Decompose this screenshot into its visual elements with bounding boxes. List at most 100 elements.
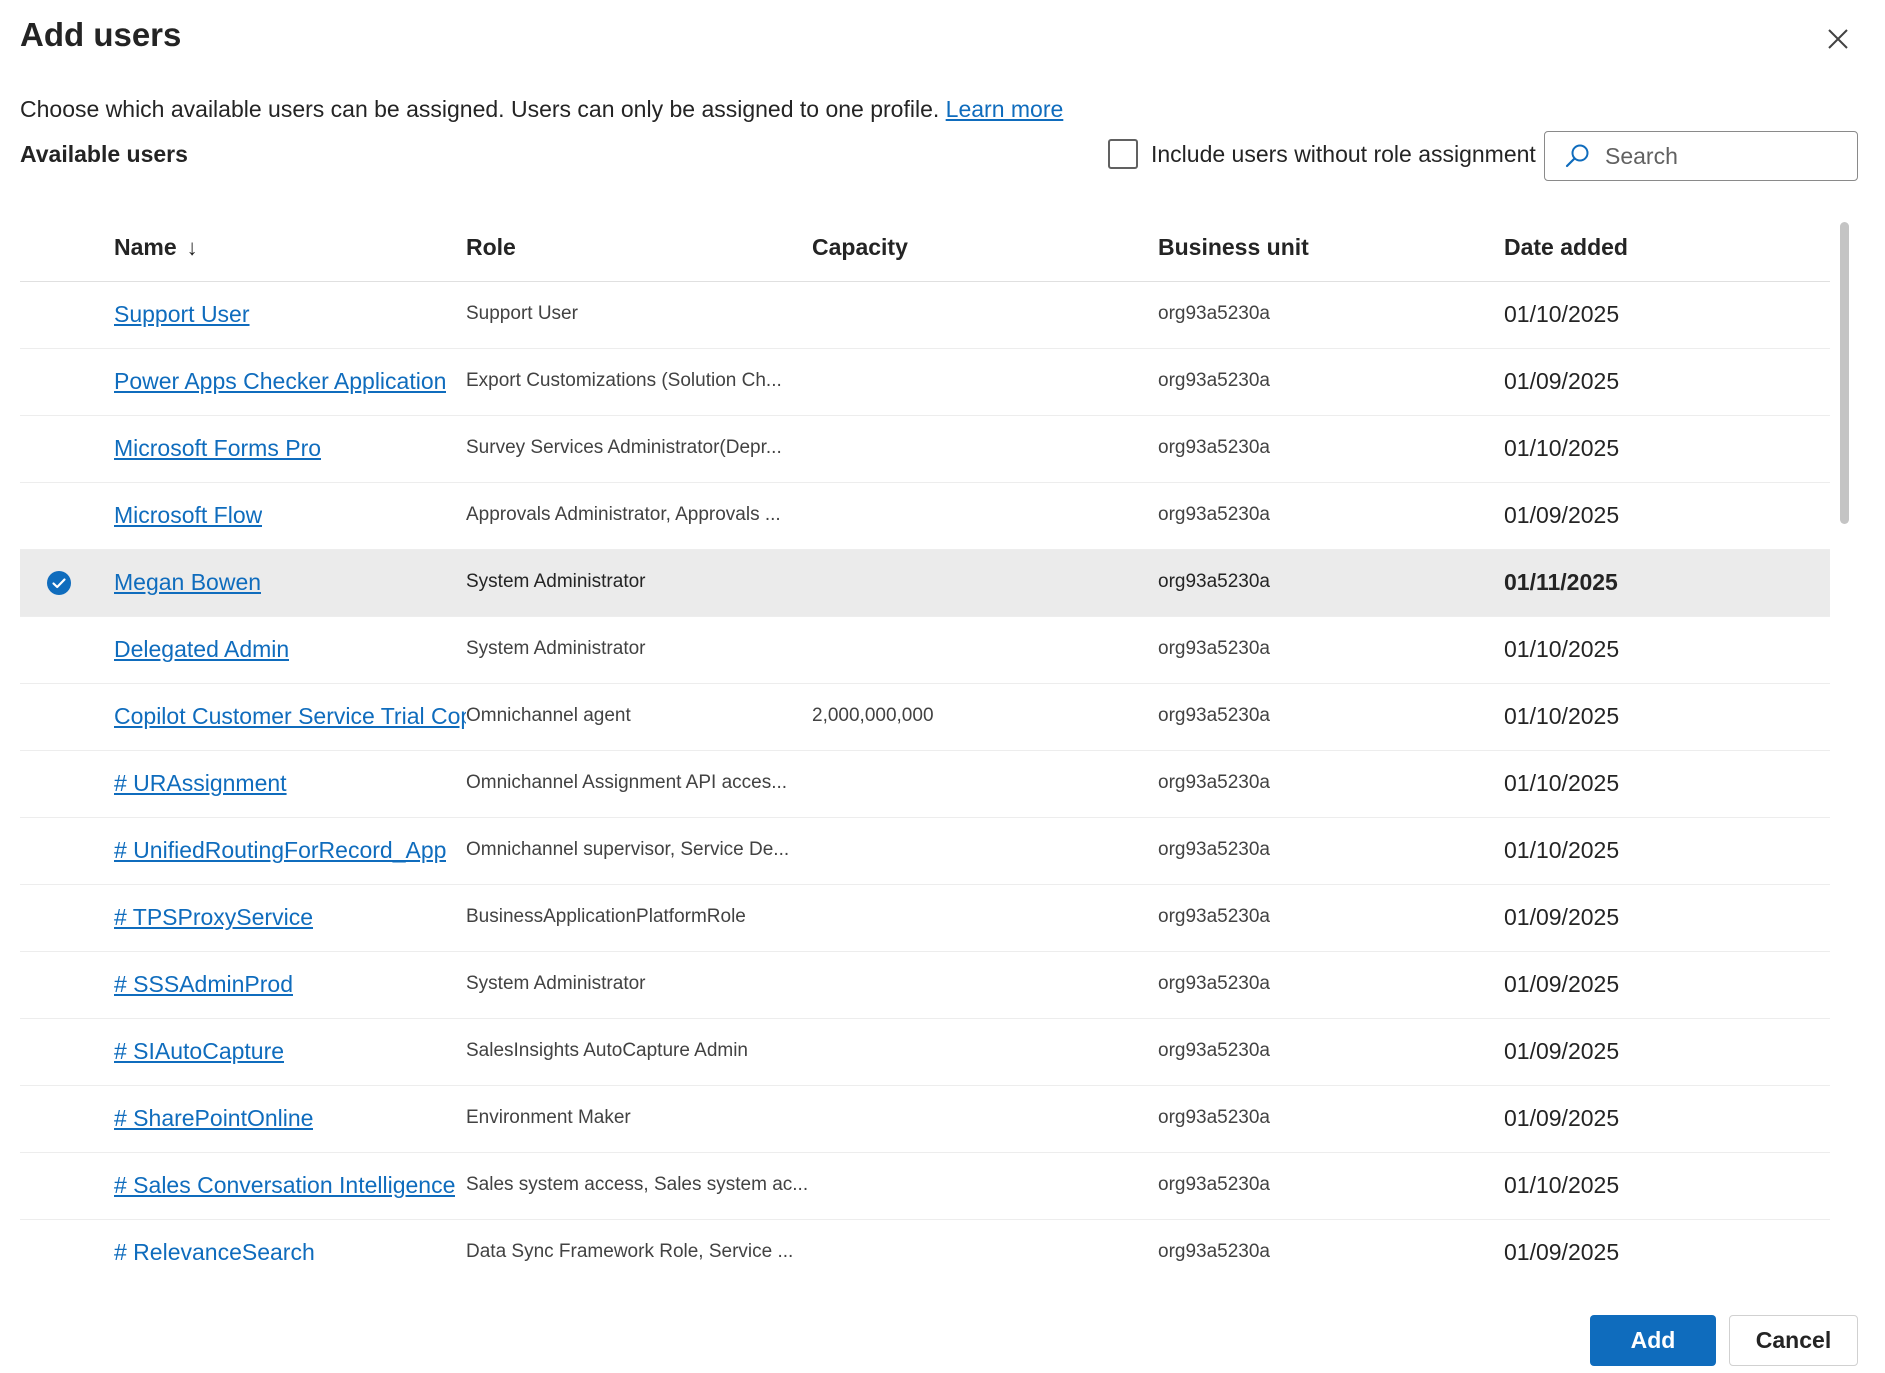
user-name-link[interactable]: Power Apps Checker Application [114,368,446,395]
column-header-date-added[interactable]: Date added [1504,234,1628,261]
user-role: Survey Services Administrator(Depr... [466,437,782,458]
user-name-link[interactable]: Copilot Customer Service Trial Cop [114,703,466,730]
search-icon [1565,144,1589,168]
users-table: Name ↓ Role Capacity Business unit Date a… [20,220,1830,1262]
column-name-label: Name [114,234,177,260]
user-role: Approvals Administrator, Approvals ... [466,504,781,525]
user-date-added: 01/09/2025 [1504,502,1620,528]
user-date-added: 01/11/2025 [1504,569,1618,595]
user-name-link[interactable]: # SharePointOnline [114,1105,313,1132]
sort-descending-icon: ↓ [186,235,198,260]
table-scrollbar[interactable] [1840,222,1849,524]
user-date-added: 01/10/2025 [1504,636,1620,662]
user-role: Support User [466,303,578,324]
close-icon [1828,29,1848,49]
user-name-link[interactable]: Microsoft Flow [114,502,262,529]
user-role: Omnichannel supervisor, Service De... [466,839,790,860]
table-row[interactable]: Microsoft Forms Pro Survey Services Admin… [20,416,1830,483]
user-business-unit: org93a5230a [1158,973,1270,994]
user-name-link[interactable]: # SSSAdminProd [114,971,293,998]
user-name-link[interactable]: Megan Bowen [114,569,261,596]
user-business-unit: org93a5230a [1158,906,1270,927]
column-header-capacity[interactable]: Capacity [812,234,908,261]
user-business-unit: org93a5230a [1158,437,1270,458]
add-button[interactable]: Add [1590,1315,1716,1366]
user-name-link[interactable]: # Sales Conversation Intelligence [114,1172,455,1199]
user-capacity: 2,000,000,000 [812,705,934,726]
table-row[interactable]: # SIAutoCapture SalesInsights AutoCapture… [20,1019,1830,1086]
user-date-added: 01/10/2025 [1504,1172,1620,1198]
table-row[interactable]: Support User Support User org93a5230a 01/10… [20,282,1830,349]
user-business-unit: org93a5230a [1158,1241,1270,1262]
user-name-link[interactable]: # TPSProxyService [114,904,313,931]
user-business-unit: org93a5230a [1158,839,1270,860]
user-date-added: 01/09/2025 [1504,904,1620,930]
user-role: System Administrator [466,973,646,994]
table-row[interactable]: # UnifiedRoutingForRecord_App Omnichannel… [20,818,1830,885]
user-role: Environment Maker [466,1107,631,1128]
column-header-role[interactable]: Role [466,234,516,261]
user-name-link[interactable]: # SIAutoCapture [114,1038,284,1065]
cancel-button[interactable]: Cancel [1729,1315,1858,1366]
column-header-business-unit[interactable]: Business unit [1158,234,1309,261]
user-date-added: 01/10/2025 [1504,703,1620,729]
description-text: Choose which available users can be assi… [20,96,940,122]
user-role: System Administrator [466,638,646,659]
add-users-dialog: Add users Choose which available users c… [0,0,1885,1373]
user-role: Omnichannel agent [466,705,631,726]
user-business-unit: org93a5230a [1158,1040,1270,1061]
search-box[interactable] [1544,131,1858,181]
user-date-added: 01/10/2025 [1504,435,1620,461]
user-name-link[interactable]: # RelevanceSearch [114,1239,315,1262]
checkmark-circle-icon[interactable] [46,570,72,596]
include-without-role-checkbox[interactable] [1108,139,1138,169]
user-business-unit: org93a5230a [1158,1107,1270,1128]
user-business-unit: org93a5230a [1158,370,1270,391]
user-name-link[interactable]: Support User [114,301,250,328]
table-row[interactable]: Megan Bowen System Administrator org93a523… [20,550,1830,617]
user-name-link[interactable]: Microsoft Forms Pro [114,435,321,462]
user-business-unit: org93a5230a [1158,571,1270,592]
table-row[interactable]: # Sales Conversation Intelligence Sales s… [20,1153,1830,1220]
learn-more-link[interactable]: Learn more [946,96,1064,122]
table-row[interactable]: # SharePointOnline Environment Maker org93… [20,1086,1830,1153]
table-row[interactable]: Microsoft Flow Approvals Administrator, A… [20,483,1830,550]
user-business-unit: org93a5230a [1158,1174,1270,1195]
user-role: Sales system access, Sales system ac... [466,1174,809,1195]
table-body: Support User Support User org93a5230a 01/10… [20,282,1830,1262]
table-row[interactable]: Copilot Customer Service Trial Cop Omnich… [20,684,1830,751]
user-business-unit: org93a5230a [1158,772,1270,793]
table-header: Name ↓ Role Capacity Business unit Date a… [20,220,1830,282]
user-business-unit: org93a5230a [1158,705,1270,726]
user-role: SalesInsights AutoCapture Admin [466,1040,749,1061]
table-row[interactable]: Delegated Admin System Administrator org93… [20,617,1830,684]
search-input[interactable] [1603,141,1847,171]
table-row[interactable]: # TPSProxyService BusinessApplicationPlat… [20,885,1830,952]
dialog-description: Choose which available users can be assi… [20,96,1063,123]
user-name-link[interactable]: # UnifiedRoutingForRecord_App [114,837,446,864]
user-date-added: 01/10/2025 [1504,301,1620,327]
user-date-added: 01/09/2025 [1504,368,1620,394]
user-role: BusinessApplicationPlatformRole [466,906,746,927]
user-date-added: 01/10/2025 [1504,837,1620,863]
user-role: Export Customizations (Solution Ch... [466,370,782,391]
available-users-label: Available users [20,141,188,167]
user-name-link[interactable]: # URAssignment [114,770,287,797]
table-row[interactable]: # URAssignment Omnichannel Assignment API… [20,751,1830,818]
user-role: Data Sync Framework Role, Service ... [466,1241,794,1262]
user-role: System Administrator [466,571,646,592]
include-without-role-toggle[interactable]: Include users without role assignment [1108,139,1536,169]
table-row[interactable]: # SSSAdminProd System Administrator org93a… [20,952,1830,1019]
table-row[interactable]: Power Apps Checker Application Export Cus… [20,349,1830,416]
include-without-role-label: Include users without role assignment [1151,140,1536,167]
user-business-unit: org93a5230a [1158,638,1270,659]
column-header-name[interactable]: Name ↓ [114,234,198,261]
user-name-link[interactable]: Delegated Admin [114,636,289,663]
table-row[interactable]: # RelevanceSearch Data Sync Framework Rol… [20,1220,1830,1262]
user-date-added: 01/09/2025 [1504,1239,1620,1262]
user-role: Omnichannel Assignment API acces... [466,772,788,793]
close-button[interactable] [1823,24,1853,54]
user-date-added: 01/10/2025 [1504,770,1620,796]
user-business-unit: org93a5230a [1158,504,1270,525]
dialog-title: Add users [20,16,182,53]
